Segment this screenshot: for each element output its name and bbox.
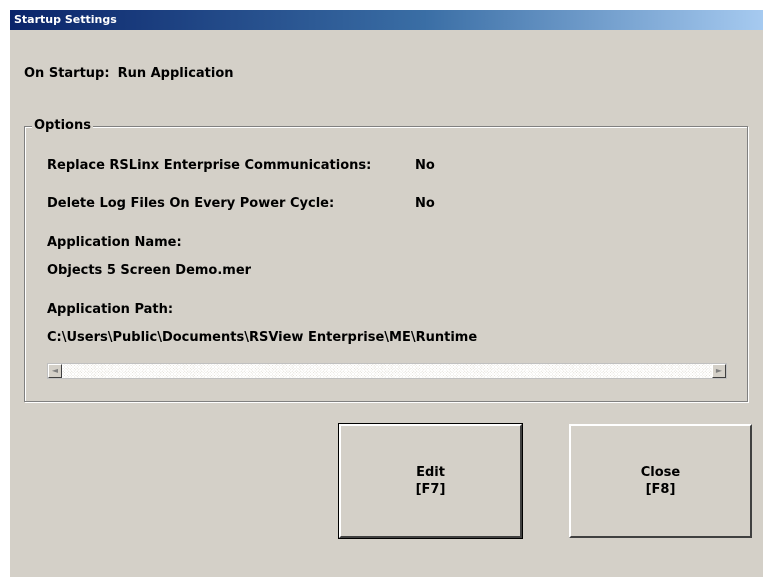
startup-settings-window: Startup Settings On Startup: Run Applicat… xyxy=(10,10,763,577)
delete-logs-value: No xyxy=(415,196,435,211)
delete-logs-label: Delete Log Files On Every Power Cycle: xyxy=(47,196,335,211)
window-title: Startup Settings xyxy=(10,10,763,30)
options-legend: Options xyxy=(32,118,93,133)
app-name-value: Objects 5 Screen Demo.mer xyxy=(47,263,252,278)
scroll-left-arrow-icon[interactable]: ◄ xyxy=(48,364,62,378)
horizontal-scrollbar[interactable]: ◄ ► xyxy=(47,363,727,379)
app-path-label: Application Path: xyxy=(47,302,174,317)
close-button-label: Close xyxy=(640,465,681,480)
edit-button-key: [F7] xyxy=(415,482,446,497)
on-startup-row: On Startup: Run Application xyxy=(24,66,234,81)
options-group: Options Replace RSLinx Enterprise Commun… xyxy=(24,118,748,402)
scroll-right-arrow-icon[interactable]: ► xyxy=(712,364,726,378)
replace-comms-label: Replace RSLinx Enterprise Communications… xyxy=(47,158,372,173)
close-button-key: [F8] xyxy=(645,482,676,497)
close-button[interactable]: Close [F8] xyxy=(569,424,752,538)
app-name-label: Application Name: xyxy=(47,235,182,250)
on-startup-label: On Startup: xyxy=(24,66,110,81)
replace-comms-value: No xyxy=(415,158,435,173)
on-startup-value: Run Application xyxy=(117,66,234,81)
app-path-value: C:\Users\Public\Documents\RSView Enterpr… xyxy=(47,330,478,345)
edit-button[interactable]: Edit [F7] xyxy=(338,423,523,539)
edit-button-label: Edit xyxy=(416,465,445,480)
